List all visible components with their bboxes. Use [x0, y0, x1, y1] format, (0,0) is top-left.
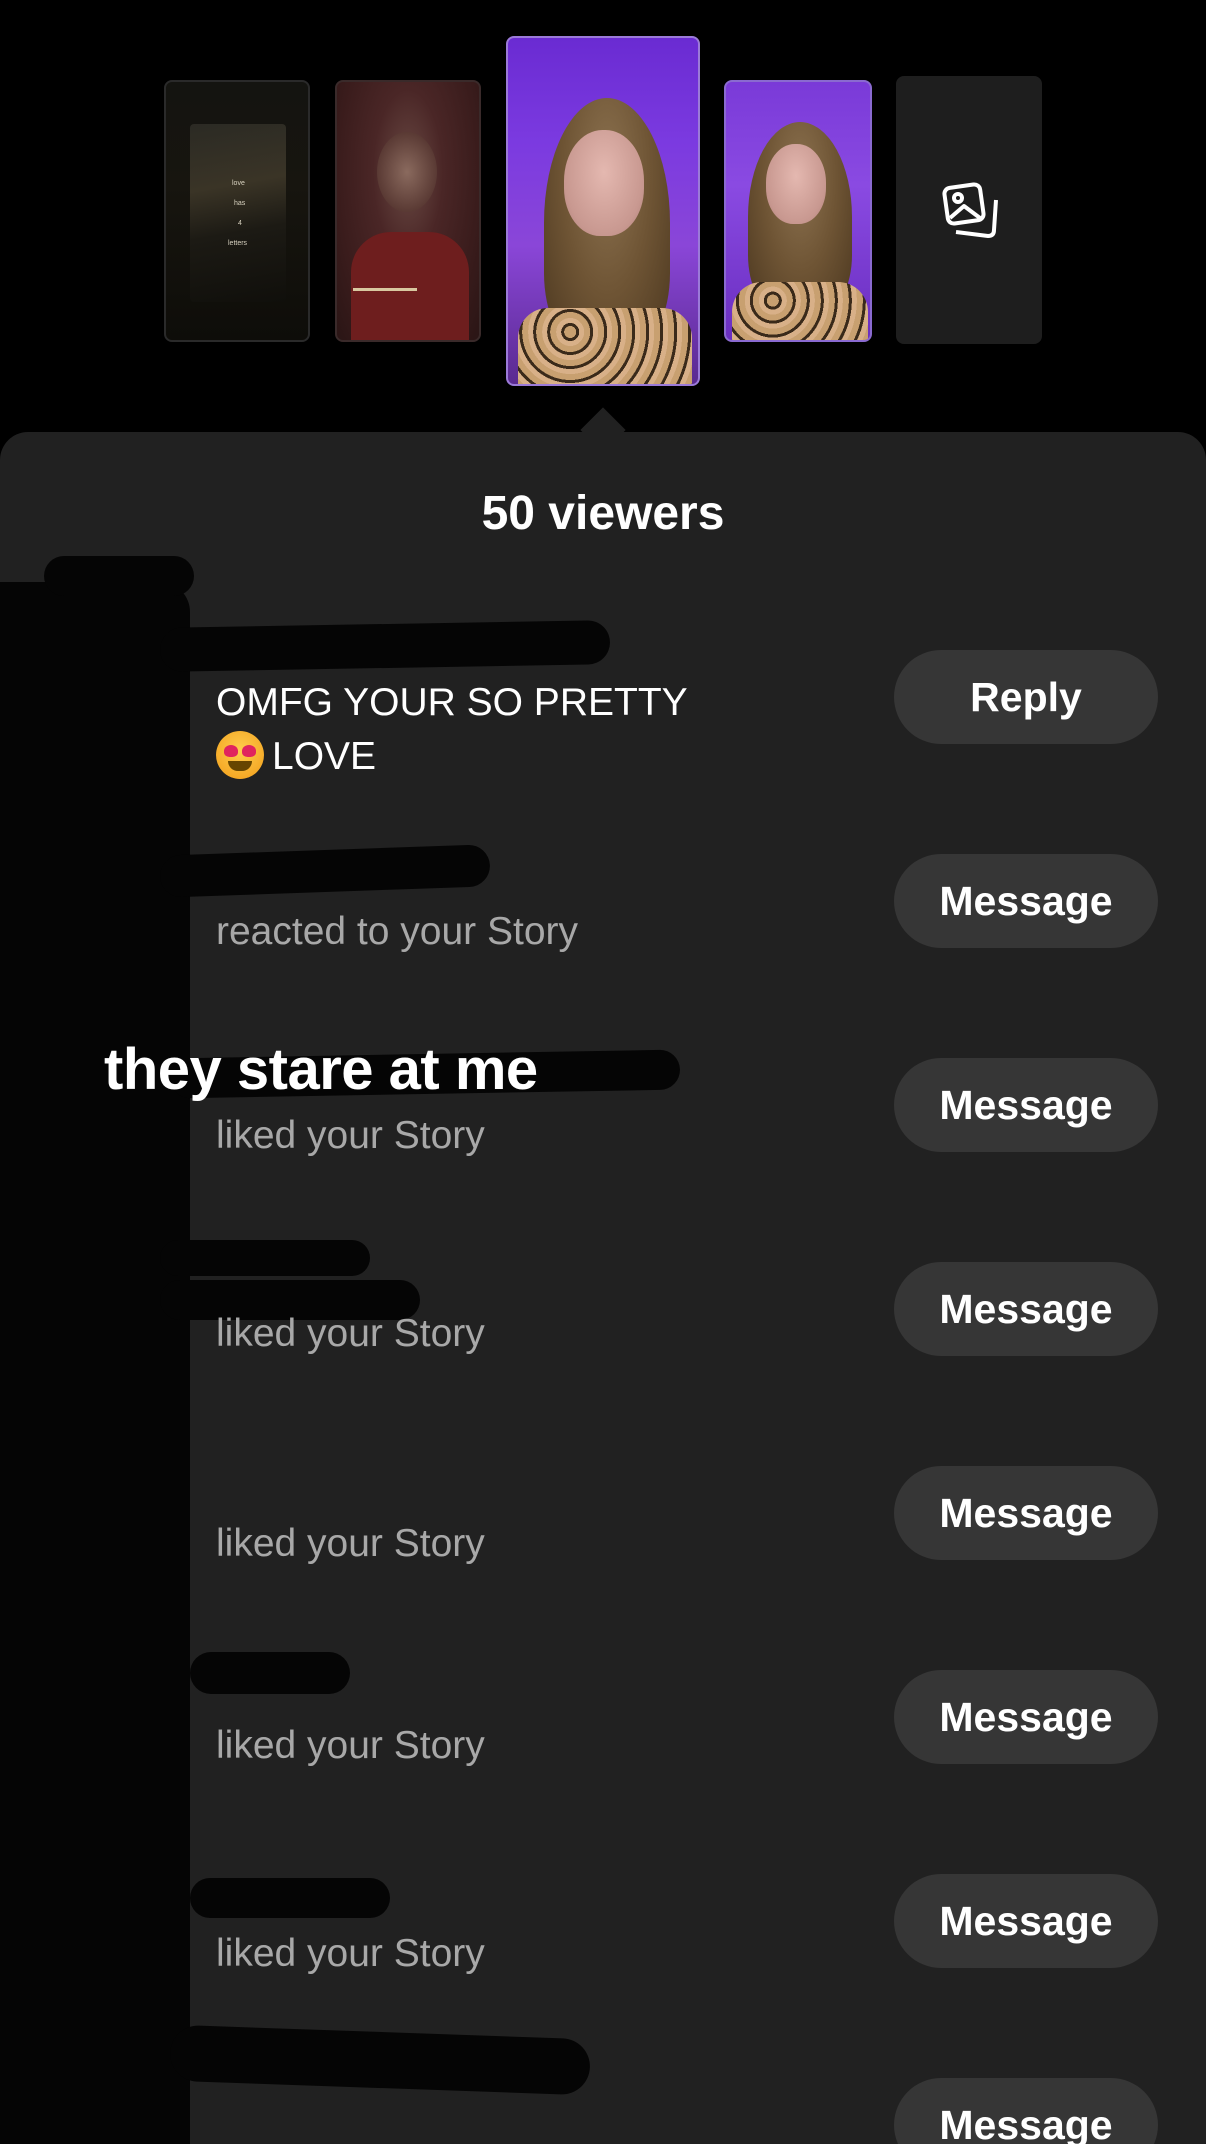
message-button[interactable]: Message: [894, 1262, 1158, 1356]
story-strip: love has 4 letters: [0, 0, 1206, 453]
reply-button[interactable]: Reply: [894, 650, 1158, 744]
story-thumbnail-image: [564, 130, 644, 236]
gallery-icon: [942, 182, 998, 238]
viewers-sheet: 50 viewers OMFG YOUR SO PRETTY LOVE Repl…: [0, 432, 1206, 2144]
viewers-count-title: 50 viewers: [481, 487, 725, 540]
redaction-scribble: [160, 1240, 370, 1276]
thumb-text: love: [232, 180, 245, 187]
viewer-status: reacted to your Story: [216, 910, 579, 953]
thumb-text: has: [234, 200, 246, 207]
viewer-status: liked your Story: [216, 1312, 485, 1355]
story-thumbnail-3-selected[interactable]: [506, 36, 700, 386]
thumb-text: letters: [228, 240, 248, 247]
story-thumbnail-image: love has 4 letters: [190, 124, 286, 302]
message-button[interactable]: Message: [894, 2078, 1158, 2144]
viewer-message: OMFG YOUR SO PRETTY LOVE: [216, 681, 688, 779]
redaction-scribble: [169, 2024, 591, 2096]
message-button[interactable]: Message: [894, 1670, 1158, 1764]
story-thumbnail-image: [377, 132, 437, 212]
story-thumbnail-4[interactable]: [724, 80, 872, 342]
redaction-scribble: [159, 620, 611, 672]
viewer-status: liked your Story: [216, 1932, 485, 1975]
viewer-status: liked your Story: [216, 1114, 485, 1157]
heart-eyes-emoji-icon: [216, 731, 264, 779]
story-thumbnail-1[interactable]: love has 4 letters: [164, 80, 310, 342]
viewer-status: liked your Story: [216, 1522, 485, 1565]
story-thumbnail-image: [766, 144, 826, 224]
redaction-scribble: [190, 1652, 350, 1694]
message-button[interactable]: Message: [894, 1058, 1158, 1152]
gallery-button[interactable]: [896, 76, 1042, 344]
overlay-caption: they stare at me: [104, 1037, 538, 1102]
thumb-text: 4: [238, 220, 242, 227]
message-button[interactable]: Message: [894, 854, 1158, 948]
redaction-scribble: [0, 582, 190, 2144]
viewer-status: liked your Story: [216, 1724, 485, 1767]
message-button[interactable]: Message: [894, 1466, 1158, 1560]
story-thumbnail-2[interactable]: [335, 80, 481, 342]
redaction-scribble: [159, 844, 491, 898]
redaction-scribble: [190, 1878, 390, 1918]
message-button[interactable]: Message: [894, 1874, 1158, 1968]
